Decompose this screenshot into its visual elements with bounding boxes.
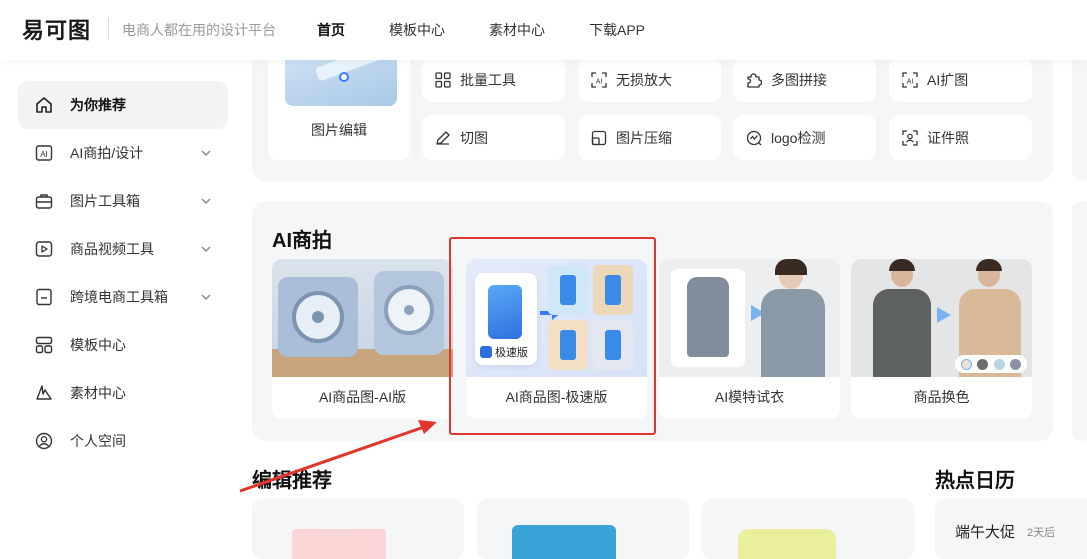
tool-label: 切图 — [460, 129, 488, 146]
ai-card-ai-version[interactable]: AI商品图-AI版 — [272, 259, 453, 419]
chevron-down-icon[interactable] — [198, 193, 214, 209]
image-edit-card[interactable]: 图片编辑 — [268, 50, 410, 160]
edit-card-1[interactable] — [252, 499, 464, 559]
ai-version-thumbnail — [272, 259, 453, 377]
tool-label: 证件照 — [927, 129, 969, 146]
tool-label: 无损放大 — [616, 72, 672, 88]
edit-card-2-thumbnail — [512, 525, 616, 559]
user-icon — [34, 431, 54, 451]
ai-expand-icon: AI — [901, 71, 919, 89]
sidebar-item-templates[interactable]: 模板中心 — [18, 321, 228, 369]
nav-download-app[interactable]: 下载APP — [589, 20, 645, 40]
crossborder-icon — [34, 287, 54, 307]
sidebar-item-personal-space[interactable]: 个人空间 — [18, 417, 228, 465]
toolbox-icon — [34, 191, 54, 211]
tool-label: 多图拼接 — [771, 72, 827, 88]
fast-badge: 极速版 — [477, 343, 535, 361]
tool-label: AI扩图 — [927, 72, 969, 88]
edit-card-2[interactable] — [477, 499, 689, 559]
ai-section-title: AI商拍 — [272, 230, 332, 252]
tool-slice[interactable]: 切图 — [422, 115, 565, 160]
video-icon — [34, 239, 54, 259]
svg-text:AI: AI — [907, 79, 914, 86]
logo[interactable]: 易可图 — [22, 16, 92, 43]
sidebar-item-label: 模板中心 — [70, 337, 126, 353]
edit-card-1-thumbnail — [292, 529, 386, 559]
ai-card-label: AI模特试衣 — [714, 389, 785, 405]
tool-ai-expand[interactable]: AI AI扩图 — [889, 58, 1032, 102]
sidebar-item-label: 图片工具箱 — [70, 193, 140, 209]
chevron-down-icon[interactable] — [198, 289, 214, 305]
sidebar-item-label: 跨境电商工具箱 — [70, 289, 168, 305]
tool-id-photo[interactable]: 证件照 — [889, 115, 1032, 160]
image-edit-label: 图片编辑 — [311, 122, 367, 138]
material-icon — [34, 383, 54, 403]
home-icon — [34, 95, 54, 115]
ai-card-recolor[interactable]: 商品换色 — [851, 259, 1032, 419]
tool-batch[interactable]: 批量工具 — [422, 58, 565, 102]
calendar-days: 2天后 — [1027, 527, 1056, 539]
sidebar-item-ai-design[interactable]: AI AI商拍/设计 — [18, 129, 228, 177]
chevron-down-icon[interactable] — [198, 145, 214, 161]
color-swatches[interactable] — [955, 355, 1027, 373]
ai-enlarge-icon: AI — [590, 71, 608, 89]
svg-text:AI: AI — [596, 79, 603, 86]
ai-icon: AI — [34, 143, 54, 163]
recolor-thumbnail — [851, 259, 1032, 377]
slogan: 电商人都在用的设计平台 — [122, 22, 276, 38]
id-photo-icon — [901, 129, 919, 147]
sidebar-item-label: 商品视频工具 — [70, 241, 154, 257]
sidebar-item-image-toolbox[interactable]: 图片工具箱 — [18, 177, 228, 225]
sidebar-item-label: 为你推荐 — [70, 97, 126, 113]
sidebar-item-label: 个人空间 — [70, 433, 126, 449]
sidebar: 为你推荐 AI AI商拍/设计 图片工具箱 商品视频工具 跨境电商工具箱 模板中… — [0, 60, 240, 540]
tool-logo-detect[interactable]: logo检测 — [733, 115, 876, 160]
logo-divider — [108, 18, 109, 40]
puzzle-icon — [745, 71, 763, 89]
logo-detect-icon — [745, 129, 763, 147]
pen-icon — [434, 129, 452, 147]
top-nav: 首页 模板中心 素材中心 下载APP — [317, 20, 689, 40]
edit-section-title: 编辑推荐 — [252, 470, 332, 492]
top-bar: 易可图 电商人都在用的设计平台 首页 模板中心 素材中心 下载APP — [0, 0, 1087, 60]
tool-lossless-enlarge[interactable]: AI 无损放大 — [578, 58, 721, 102]
nav-materials[interactable]: 素材中心 — [489, 20, 545, 40]
ai-card-label: 商品换色 — [913, 389, 970, 405]
template-icon — [34, 335, 54, 355]
sidebar-item-video-tools[interactable]: 商品视频工具 — [18, 225, 228, 273]
edit-card-3-thumbnail — [738, 529, 836, 559]
tool-multi-stitch[interactable]: 多图拼接 — [733, 58, 876, 102]
fast-version-thumbnail: 极速版 — [466, 259, 647, 377]
chevron-down-icon[interactable] — [198, 241, 214, 257]
ai-card-label: AI商品图-AI版 — [318, 389, 407, 405]
calendar-item: 端午大促 — [955, 524, 1016, 541]
compress-icon — [590, 129, 608, 147]
nav-home[interactable]: 首页 — [317, 20, 345, 40]
model-tryon-thumbnail — [659, 259, 840, 377]
calendar-card[interactable]: 端午大促 2天后 — [935, 499, 1087, 559]
side-panel-edge — [1072, 40, 1087, 181]
calendar-title: 热点日历 — [935, 470, 1015, 492]
ai-card-label: AI商品图-极速版 — [505, 389, 608, 405]
main-content: 图片编辑 批量工具 AI 无损放大 多图拼接 AI AI扩图 切图 图片压缩 l… — [240, 40, 1087, 559]
grid-icon — [434, 71, 452, 89]
tool-label: 批量工具 — [460, 72, 516, 88]
edit-card-3[interactable] — [702, 499, 914, 559]
sidebar-item-crossborder[interactable]: 跨境电商工具箱 — [18, 273, 228, 321]
tool-label: logo检测 — [771, 129, 826, 146]
logo-text: 易可图 — [22, 18, 92, 43]
sidebar-item-label: 素材中心 — [70, 385, 126, 401]
side-panel-edge-2 — [1072, 201, 1087, 441]
fast-badge-text: 极速版 — [495, 347, 528, 359]
sidebar-item-recommend[interactable]: 为你推荐 — [18, 81, 228, 129]
tool-compress[interactable]: 图片压缩 — [578, 115, 721, 160]
tool-label: 图片压缩 — [616, 129, 672, 146]
ai-card-model-tryon[interactable]: AI模特试衣 — [659, 259, 840, 419]
sidebar-item-materials[interactable]: 素材中心 — [18, 369, 228, 417]
sidebar-item-label: AI商拍/设计 — [70, 145, 144, 161]
svg-text:AI: AI — [40, 150, 48, 159]
nav-templates[interactable]: 模板中心 — [389, 20, 445, 40]
ai-card-fast-version[interactable]: 极速版 AI商品图-极速版 — [466, 259, 647, 419]
lightning-icon — [480, 346, 492, 358]
